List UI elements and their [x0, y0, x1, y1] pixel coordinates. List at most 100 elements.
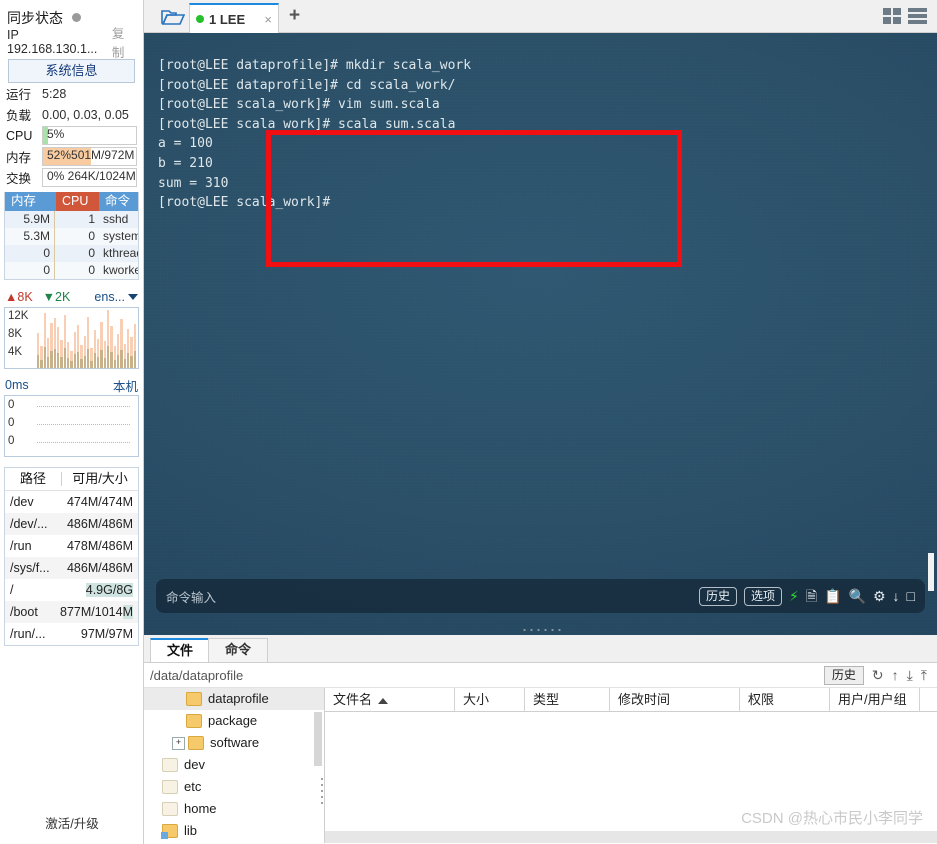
ping-y-label-0b: 0 [8, 417, 15, 429]
tree-scrollbar[interactable] [314, 712, 322, 766]
memory-label: 内存 [6, 151, 32, 165]
tab-commands[interactable]: 命令 [208, 638, 269, 662]
disk-row[interactable]: /sys/f... 486M/486M [5, 557, 138, 579]
disk-size: 474M/474M [66, 495, 133, 509]
process-row[interactable]: 5.9M 1 sshd [5, 211, 138, 228]
swap-meter: 0% 264K/1024M [42, 168, 137, 187]
disk-col-path[interactable]: 路径 [5, 468, 61, 490]
tree-node[interactable]: package [144, 710, 324, 732]
file-list-column-header[interactable]: 大小 [455, 688, 525, 711]
file-list-column-header[interactable]: 文件名 [325, 688, 455, 711]
process-row[interactable]: 5.3M 0 systemd [5, 228, 138, 245]
disk-row[interactable]: /run/... 97M/97M [5, 623, 138, 645]
close-tab-icon[interactable]: × [264, 12, 272, 27]
tree-node[interactable]: home [144, 798, 324, 820]
disk-row[interactable]: /boot 877M/1014M [5, 601, 138, 623]
network-bar [40, 345, 43, 368]
file-panel-tabs: 文件 命令 [144, 635, 937, 663]
disk-table-header: 路径 可用/大小 [5, 468, 138, 491]
process-command: kthreadd [103, 246, 138, 260]
new-tab-button[interactable]: + [289, 6, 300, 26]
terminal-scrollbar[interactable] [928, 553, 934, 591]
command-input-bar[interactable]: 命令输入 历史 选项 ⚡ 🗎 📋 🔍 ⚙ ↓ □ [156, 579, 925, 613]
activate-upgrade-link[interactable]: 激活/升级 [0, 813, 144, 832]
ping-latency: 0ms [5, 378, 29, 392]
tree-expand-icon[interactable]: + [172, 736, 185, 750]
file-list-column-header[interactable]: 修改时间 [610, 688, 740, 711]
disk-size: 877M/1014M [60, 605, 133, 619]
tree-node[interactable]: lib [144, 820, 324, 842]
paste-icon[interactable]: 🗎 [806, 589, 817, 603]
file-list-column-header[interactable]: 用户/用户组 [830, 688, 920, 711]
disk-row[interactable]: / 4.9G/8G [5, 579, 138, 601]
process-col-command[interactable]: 命令 [99, 192, 138, 211]
tree-node-label: dataprofile [208, 691, 269, 706]
disk-row[interactable]: /run 478M/486M [5, 535, 138, 557]
copy-icon[interactable]: 📋 [824, 589, 841, 603]
tree-splitter-grip[interactable] [320, 776, 324, 806]
command-options-button[interactable]: 选项 [743, 586, 782, 606]
network-bar [63, 314, 66, 368]
disk-size: 486M/486M [66, 517, 133, 531]
download-icon[interactable]: ↓ [893, 589, 900, 603]
session-tab-lee[interactable]: 1 LEE × [189, 3, 279, 33]
window-icon[interactable]: □ [907, 589, 915, 603]
gear-icon[interactable]: ⚙ [873, 589, 886, 603]
tree-node[interactable]: + software [144, 732, 324, 754]
panel-resize-grip[interactable] [520, 628, 561, 632]
process-cpu: 0 [54, 228, 99, 245]
disk-row[interactable]: /dev/... 486M/486M [5, 513, 138, 535]
command-history-button[interactable]: 历史 [698, 586, 737, 606]
system-info-button[interactable]: 系统信息 [8, 59, 135, 83]
network-bar [106, 310, 110, 368]
network-bar [103, 341, 106, 368]
copy-ip-button[interactable]: 复制 [112, 23, 136, 61]
download-file-icon[interactable]: ⤓ [907, 668, 913, 682]
tree-node[interactable]: lib64 [144, 842, 324, 843]
file-list-column-header[interactable]: 权限 [740, 688, 830, 711]
disk-path: /sys/f... [10, 561, 50, 575]
cpu-meter-row: CPU 5% [0, 125, 143, 146]
network-bar [43, 312, 46, 368]
swap-meter-text: 0% 264K/1024M [47, 169, 136, 183]
tree-node-label: lib64 [184, 842, 211, 843]
file-list-column-header[interactable]: 类型 [525, 688, 610, 711]
directory-tree[interactable]: dataprofile package + software dev etc ho… [144, 688, 325, 843]
file-history-button[interactable]: 历史 [823, 665, 864, 685]
file-path-bar: /data/dataprofile 历史 ↻ ↑ ⤓ ⤒ [144, 663, 937, 688]
list-view-icon[interactable] [908, 8, 927, 24]
disk-path: /boot [10, 605, 38, 619]
process-cpu: 1 [54, 211, 99, 228]
tree-node[interactable]: etc [144, 776, 324, 798]
terminal-output-area[interactable]: [root@LEE dataprofile]# mkdir scala_work… [144, 33, 937, 635]
network-bar [56, 327, 60, 368]
disk-table-body: /dev 474M/474M/dev/... 486M/486M/run 478M/4… [5, 491, 138, 645]
current-path-label[interactable]: /data/dataprofile [144, 668, 243, 683]
tab-files[interactable]: 文件 [150, 638, 211, 662]
process-col-memory[interactable]: 内存 [5, 192, 56, 211]
uptime-row: 运行 5:28 [0, 83, 143, 104]
network-bar [80, 344, 83, 368]
process-command: kworker [103, 263, 138, 277]
refresh-icon[interactable]: ↻ [872, 668, 884, 682]
network-bar [60, 340, 63, 368]
tree-node-label: lib [184, 823, 198, 838]
disk-path: /dev [10, 495, 34, 509]
grid-view-icon[interactable] [883, 8, 901, 24]
process-col-cpu[interactable]: CPU [56, 192, 99, 211]
process-row[interactable]: 00 kthreadd [5, 245, 138, 262]
disk-row[interactable]: /dev 474M/474M [5, 491, 138, 513]
bolt-icon[interactable]: ⚡ [789, 589, 799, 603]
tree-node[interactable]: dev [144, 754, 324, 776]
upload-icon[interactable]: ↑ [892, 668, 899, 682]
file-list-horizontal-scrollbar[interactable] [325, 831, 937, 843]
upload-file-icon[interactable]: ⤒ [921, 668, 927, 682]
open-folder-icon[interactable] [156, 5, 190, 29]
process-row[interactable]: 00 kworker [5, 262, 138, 279]
tree-node[interactable]: dataprofile [144, 688, 324, 710]
network-interface-select[interactable]: ens... [94, 290, 138, 304]
ping-host[interactable]: 本机 [113, 376, 138, 395]
app-root: 同步状态 IP 192.168.130.1... 复制 系统信息 运行 5:28… [0, 0, 937, 844]
search-icon[interactable]: 🔍 [849, 589, 866, 603]
disk-col-size[interactable]: 可用/大小 [62, 468, 138, 490]
